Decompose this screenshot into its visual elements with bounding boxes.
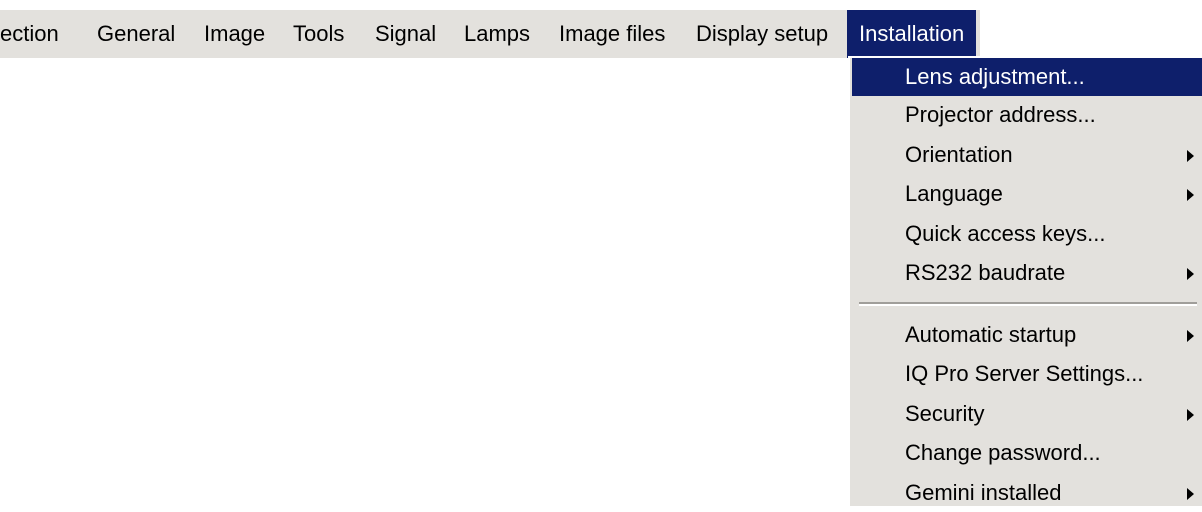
menu-bar: ection General Image Tools Signal Lamps … (0, 10, 980, 58)
menu-item-label: Quick access keys... (905, 221, 1106, 246)
menu-item-label: Automatic startup (905, 322, 1077, 347)
menu-image-files[interactable]: Image files (559, 10, 665, 58)
menu-item-gemini-installed[interactable]: Gemini installed (852, 474, 1202, 512)
menu-item-label: IQ Pro Server Settings... (905, 361, 1144, 386)
menu-item-label: Gemini installed (905, 480, 1062, 505)
installation-dropdown: Lens adjustment... Projector address... … (848, 56, 1202, 506)
menu-display-setup[interactable]: Display setup (696, 10, 828, 58)
submenu-arrow-icon (1187, 150, 1194, 162)
submenu-arrow-icon (1187, 409, 1194, 421)
menu-item-projector-address[interactable]: Projector address... (852, 96, 1202, 134)
menu-item-orientation[interactable]: Orientation (852, 136, 1202, 174)
menu-separator (859, 302, 1197, 306)
menu-item-label: Projector address... (905, 102, 1096, 127)
menu-selection[interactable]: ection (0, 10, 59, 58)
menu-item-automatic-startup[interactable]: Automatic startup (852, 316, 1202, 354)
menu-item-lens-adjustment[interactable]: Lens adjustment... (852, 58, 1202, 96)
menu-lamps[interactable]: Lamps (464, 10, 530, 58)
menu-item-security[interactable]: Security (852, 395, 1202, 433)
menu-item-language[interactable]: Language (852, 175, 1202, 213)
menu-item-label: Change password... (905, 440, 1101, 465)
menu-item-label: Security (905, 401, 985, 426)
menu-image[interactable]: Image (204, 10, 265, 58)
menu-signal[interactable]: Signal (375, 10, 436, 58)
submenu-arrow-icon (1187, 488, 1194, 500)
menu-general[interactable]: General (97, 10, 175, 58)
menu-item-change-password[interactable]: Change password... (852, 434, 1202, 472)
menu-item-label: Orientation (905, 142, 1013, 167)
submenu-arrow-icon (1187, 189, 1194, 201)
menu-item-rs232-baudrate[interactable]: RS232 baudrate (852, 254, 1202, 292)
menu-item-label: Language (905, 181, 1003, 206)
menu-item-label: RS232 baudrate (905, 260, 1066, 285)
submenu-arrow-icon (1187, 268, 1194, 280)
menu-tools[interactable]: Tools (293, 10, 344, 58)
menu-item-iq-pro-server-settings[interactable]: IQ Pro Server Settings... (852, 355, 1202, 393)
menu-item-quick-access-keys[interactable]: Quick access keys... (852, 215, 1202, 253)
submenu-arrow-icon (1187, 330, 1194, 342)
menu-installation[interactable]: Installation (847, 10, 977, 58)
menu-item-label: Lens adjustment... (905, 64, 1085, 89)
